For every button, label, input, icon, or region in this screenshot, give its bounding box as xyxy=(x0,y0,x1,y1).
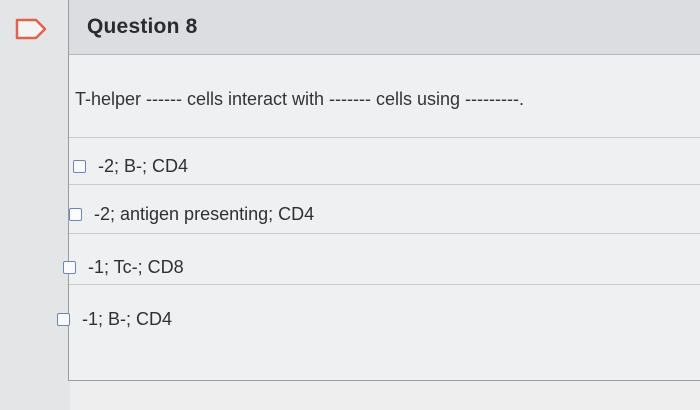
checkbox-icon[interactable] xyxy=(73,160,86,173)
divider xyxy=(69,184,700,185)
answer-option-label: -2; antigen presenting; CD4 xyxy=(94,204,315,224)
question-rail xyxy=(0,0,70,410)
answer-option-4[interactable]: -1; B-; CD4 xyxy=(57,309,172,330)
divider xyxy=(69,137,700,138)
checkbox-icon[interactable] xyxy=(57,313,70,326)
question-title: Question 8 xyxy=(87,15,198,38)
flag-icon[interactable] xyxy=(14,18,48,40)
answer-option-label: -1; B-; CD4 xyxy=(82,309,173,329)
checkbox-icon[interactable] xyxy=(69,208,82,221)
checkbox-icon[interactable] xyxy=(63,261,76,274)
answer-option-3[interactable]: -1; Tc-; CD8 xyxy=(63,257,184,278)
divider xyxy=(69,284,700,285)
divider xyxy=(69,233,700,234)
answer-option-label: -2; B-; CD4 xyxy=(98,156,189,176)
question-card: Question 8 T-helper ------ cells interac… xyxy=(57,0,700,381)
question-header: Question 8 xyxy=(69,0,700,55)
question-prompt: T-helper ------ cells interact with ----… xyxy=(75,89,524,109)
answer-option-2[interactable]: -2; antigen presenting; CD4 xyxy=(69,204,314,225)
quiz-page: Question 8 T-helper ------ cells interac… xyxy=(0,0,700,410)
answer-option-1[interactable]: -2; B-; CD4 xyxy=(73,156,188,177)
answer-option-label: -1; Tc-; CD8 xyxy=(88,257,184,277)
